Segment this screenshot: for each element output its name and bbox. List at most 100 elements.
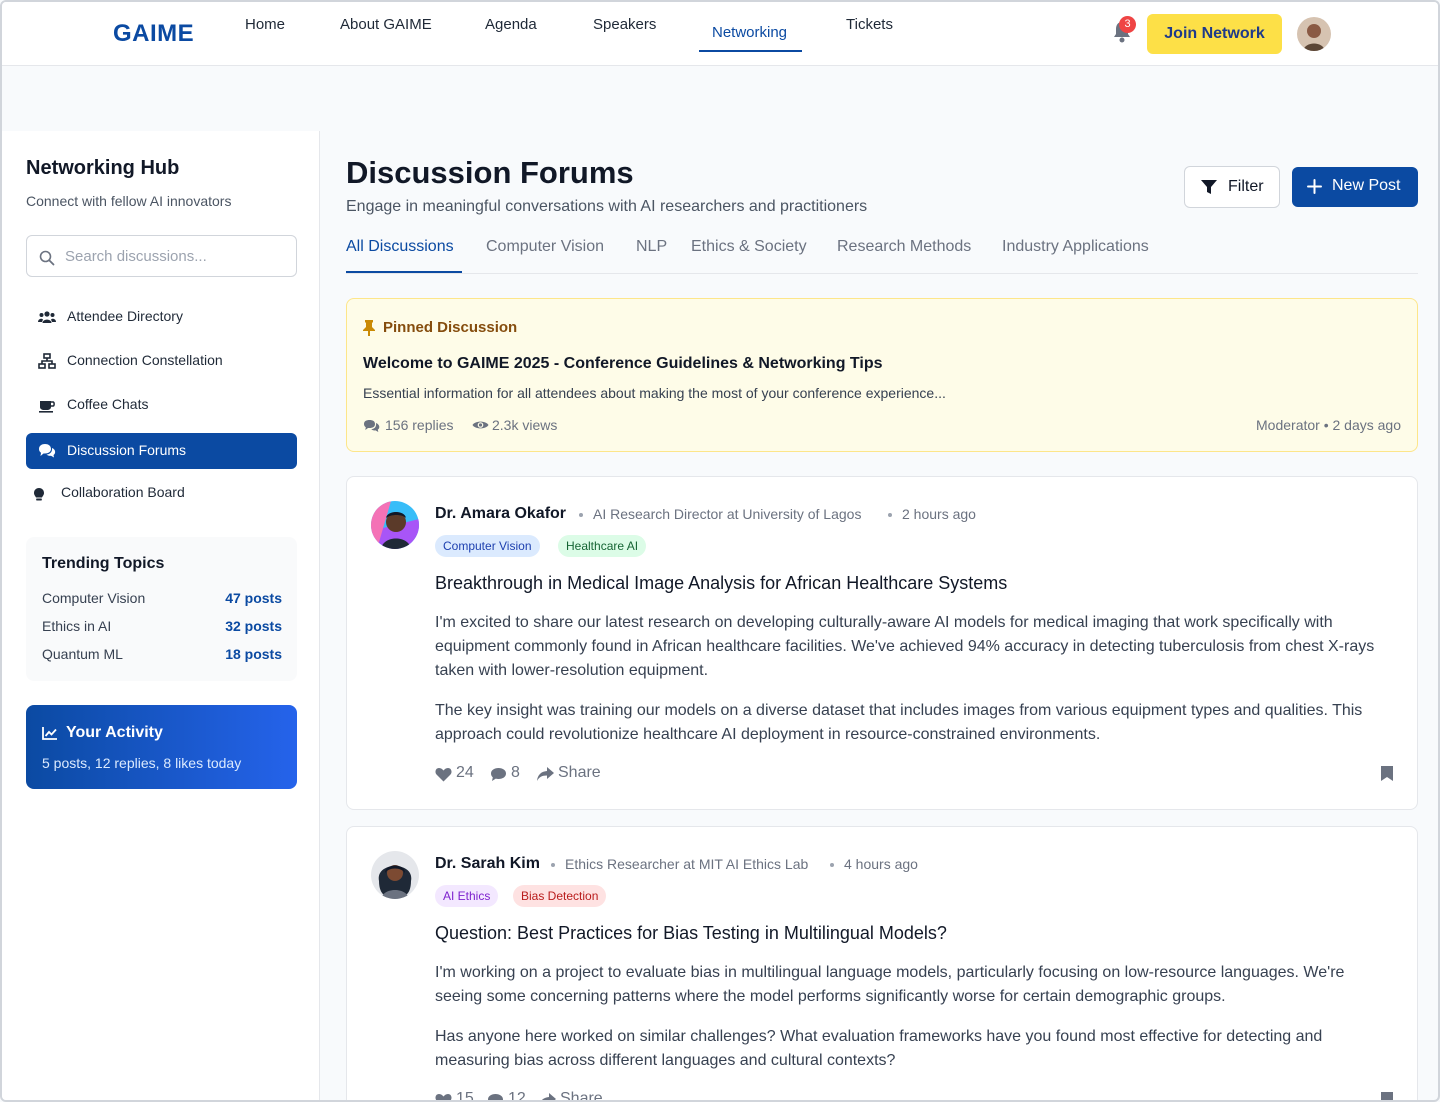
post-tag[interactable]: Bias Detection [513, 885, 607, 907]
forum-post[interactable]: Dr. Amara Okafor AI Research Director at… [346, 476, 1418, 810]
replies-count: 156 replies [385, 417, 454, 433]
share-icon [541, 1093, 556, 1100]
nav-tickets[interactable]: Tickets [846, 16, 893, 33]
coffee-icon [39, 401, 55, 413]
post-tag[interactable]: Healthcare AI [558, 535, 647, 557]
new-post-label: New Post [1332, 177, 1401, 194]
post-paragraph: I'm excited to share our latest research… [435, 614, 1375, 679]
network-icon [38, 353, 56, 369]
trending-item[interactable]: Ethics in AI 32 posts [42, 618, 282, 638]
filter-button[interactable]: Filter [1184, 166, 1280, 208]
tab-all-discussions[interactable]: All Discussions [346, 238, 454, 256]
author-name[interactable]: Dr. Sarah Kim [435, 855, 540, 873]
like-count: 24 [456, 764, 474, 781]
sidebar-item-label: Connection Constellation [67, 352, 223, 368]
trending-item[interactable]: Quantum ML 18 posts [42, 646, 282, 666]
top-header: GAIME Home About GAIME Agenda Speakers N… [2, 2, 1438, 66]
views-count: 2.3k views [492, 417, 558, 433]
tab-industry-applications[interactable]: Industry Applications [1002, 238, 1149, 256]
author-role: AI Research Director at University of La… [593, 506, 862, 522]
post-time: 2 hours ago [902, 506, 976, 522]
users-icon [38, 311, 56, 323]
filter-label: Filter [1228, 178, 1264, 195]
pinned-description: Essential information for all attendees … [363, 385, 946, 401]
nav-active-indicator [699, 50, 802, 52]
pinned-label: Pinned Discussion [383, 319, 518, 336]
share-icon [537, 767, 554, 781]
nav-home[interactable]: Home [245, 16, 285, 33]
tab-nlp[interactable]: NLP [636, 238, 667, 256]
activity-summary: 5 posts, 12 replies, 8 likes today [42, 755, 242, 771]
forum-post[interactable]: Dr. Sarah Kim Ethics Researcher at MIT A… [346, 826, 1418, 1102]
comment-icon [488, 1094, 503, 1100]
separator-dot [579, 513, 583, 517]
pinned-title[interactable]: Welcome to GAIME 2025 - Conference Guide… [363, 355, 883, 373]
trending-count: 47 posts [225, 590, 282, 606]
nav-about[interactable]: About GAIME [340, 16, 432, 33]
author-avatar[interactable] [371, 501, 419, 549]
post-tag[interactable]: Computer Vision [435, 535, 540, 557]
sidebar-item-label: Discussion Forums [67, 442, 187, 458]
comment-count: 12 [508, 1090, 526, 1102]
author-avatar[interactable] [371, 851, 419, 899]
new-post-button[interactable]: New Post [1292, 167, 1418, 207]
post-paragraph: I'm working on a project to evaluate bia… [435, 964, 1345, 1005]
app-window: GAIME Home About GAIME Agenda Speakers N… [0, 0, 1440, 1102]
forum-tabs: All Discussions Computer Vision NLP Ethi… [346, 228, 1418, 274]
bookmark-icon[interactable] [1381, 1092, 1393, 1102]
nav-agenda[interactable]: Agenda [485, 16, 537, 33]
post-title[interactable]: Breakthrough in Medical Image Analysis f… [435, 573, 1007, 594]
user-avatar[interactable] [1297, 17, 1331, 51]
comments-icon [39, 444, 56, 458]
sidebar-title: Networking Hub [26, 157, 180, 179]
filter-icon [1201, 180, 1217, 194]
trending-title: Trending Topics [42, 555, 165, 572]
share-label: Share [558, 764, 601, 781]
site-logo[interactable]: GAIME [113, 20, 194, 48]
separator-dot [551, 863, 555, 867]
sidebar-item-collaboration-board[interactable]: Collaboration Board [26, 475, 297, 511]
bookmark-icon[interactable] [1381, 766, 1393, 781]
plus-icon [1307, 179, 1322, 194]
post-title[interactable]: Question: Best Practices for Bias Testin… [435, 923, 947, 944]
author-role: Ethics Researcher at MIT AI Ethics Lab [565, 856, 809, 872]
search-icon [39, 250, 55, 266]
share-label: Share [560, 1090, 603, 1102]
tab-computer-vision[interactable]: Computer Vision [486, 238, 604, 256]
sidebar-item-connection-constellation[interactable]: Connection Constellation [26, 343, 297, 379]
comment-count: 8 [511, 764, 520, 781]
thumbtack-icon [363, 320, 375, 336]
trending-count: 18 posts [225, 646, 282, 662]
sidebar-item-discussion-forums[interactable]: Discussion Forums [26, 433, 297, 469]
trending-name: Quantum ML [42, 646, 123, 662]
separator-dot [888, 513, 892, 517]
tab-research-methods[interactable]: Research Methods [837, 238, 971, 256]
like-count: 15 [456, 1090, 474, 1102]
page-subtitle: Engage in meaningful conversations with … [346, 198, 868, 215]
tab-ethics-society[interactable]: Ethics & Society [691, 238, 807, 256]
search-input[interactable] [65, 236, 290, 276]
sidebar-item-label: Attendee Directory [67, 308, 183, 324]
activity-title: Your Activity [66, 724, 163, 741]
sidebar-item-label: Collaboration Board [61, 484, 185, 500]
nav-speakers[interactable]: Speakers [593, 16, 656, 33]
author-name[interactable]: Dr. Amara Okafor [435, 505, 566, 523]
nav-networking[interactable]: Networking [712, 24, 787, 41]
post-paragraph: The key insight was training our models … [435, 702, 1363, 743]
comments-icon [364, 420, 380, 432]
sidebar-item-coffee-chats[interactable]: Coffee Chats [26, 387, 297, 423]
comment-icon [491, 768, 506, 781]
post-tag[interactable]: AI Ethics [435, 885, 499, 907]
separator-dot [830, 863, 834, 867]
join-network-button[interactable]: Join Network [1147, 14, 1282, 54]
heart-icon [435, 768, 452, 782]
tab-active-indicator [346, 271, 462, 273]
pinned-meta: Moderator • 2 days ago [1256, 417, 1401, 433]
pinned-discussion[interactable]: Pinned Discussion Welcome to GAIME 2025 … [346, 298, 1418, 452]
trending-item[interactable]: Computer Vision 47 posts [42, 590, 282, 610]
trending-name: Computer Vision [42, 590, 146, 606]
eye-icon [472, 421, 489, 429]
sidebar-item-attendee-directory[interactable]: Attendee Directory [26, 299, 297, 335]
chart-line-icon [42, 727, 57, 740]
sidebar-item-label: Coffee Chats [67, 396, 149, 412]
